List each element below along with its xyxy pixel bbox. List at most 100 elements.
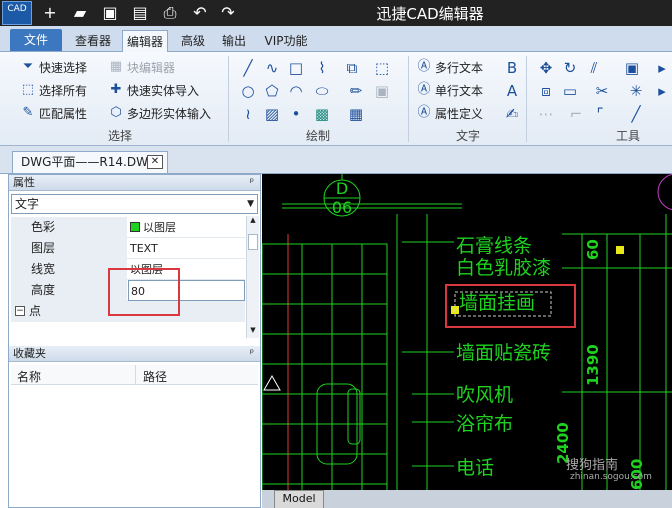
dimension-grip[interactable] (616, 246, 624, 254)
open-icon[interactable]: ▰ (70, 3, 90, 23)
ribbon: ⏷ 快速选择 ▦ 块编辑器 ⬚ 选择所有 ✚ 快速实体导入 ✎ 匹配属性 ⬡ 多边形实体输入… (0, 52, 672, 146)
ellipse-icon[interactable]: ⬭ (312, 81, 332, 101)
close-icon[interactable]: ✕ (147, 155, 163, 169)
pin-icon[interactable]: ᵖ (250, 175, 254, 191)
property-row-layer[interactable]: 图层 TEXT (11, 238, 245, 259)
select-all-icon: ⬚ (21, 82, 35, 97)
section-point-label: 点 (29, 304, 42, 318)
hatch-icon[interactable]: ▨ (262, 104, 282, 124)
image-icon[interactable]: ▩ (312, 104, 332, 124)
app-logo-text: CAD (7, 4, 27, 14)
scroll-thumb[interactable] (248, 234, 258, 250)
label-phone: 电话 (456, 457, 494, 479)
text-style-icon[interactable]: ꓐ (502, 58, 522, 78)
save-pdf-icon[interactable]: ▤ (130, 3, 150, 23)
save-icon[interactable]: ▣ (100, 3, 120, 23)
freehand-icon[interactable]: ≀ (238, 104, 258, 124)
match-properties-button[interactable]: ✎ 匹配属性 (20, 103, 87, 123)
single-line-text-button[interactable]: Ⓐ 单行文本 (416, 80, 483, 100)
entity-type-select[interactable]: 文字 ▼ (11, 194, 258, 214)
explode-icon[interactable]: ✳ (626, 81, 646, 101)
property-row-color[interactable]: 色彩 以图层 (11, 217, 245, 238)
drawing-canvas[interactable]: 石膏线条 白色乳胶漆 墙面挂画 墙面贴瓷砖 吹风机 浴帘布 电话 D 06 60… (262, 174, 672, 508)
label-wall-tile: 墙面贴瓷砖 (456, 342, 551, 364)
move-icon[interactable]: ✥ (536, 58, 556, 78)
tools-group-label: 工具 (616, 129, 641, 143)
attribute-definition-button[interactable]: Ⓐ 属性定义 (416, 103, 483, 123)
tab-file[interactable]: 文件 (10, 29, 62, 51)
tab-vip[interactable]: VIP功能 (256, 30, 316, 52)
app-logo[interactable]: CAD (2, 1, 32, 25)
offset-icon[interactable]: ╱ (626, 104, 646, 124)
line-icon[interactable]: ╱ (238, 58, 258, 78)
single-line-text-label: 单行文本 (435, 83, 484, 98)
tools-more-icon[interactable]: ▸ (652, 58, 672, 78)
chamfer-icon[interactable]: ⌜ (590, 104, 610, 124)
pin-icon[interactable]: ᵖ (250, 346, 254, 362)
document-tab-title: DWG平面——R14.DWG (21, 155, 158, 169)
text-pen-icon[interactable]: ✍ (502, 104, 522, 124)
spline-icon[interactable]: ⌇ (312, 58, 332, 78)
scroll-up-icon[interactable]: ▲ (248, 216, 258, 228)
document-tab-bar: DWG平面——R14.DWG ✕ (0, 146, 672, 174)
tools-more2-icon[interactable]: ▸ (652, 81, 672, 101)
scroll-down-icon[interactable]: ▼ (248, 326, 258, 338)
property-value[interactable]: 以图层 (128, 217, 245, 238)
block-editor-button[interactable]: ▦ 块编辑器 (108, 57, 175, 77)
quick-entity-import-button[interactable]: ✚ 快速实体导入 (108, 80, 199, 100)
multiline-text-label: 多行文本 (435, 60, 484, 75)
pencil-icon[interactable]: ✏ (346, 81, 366, 101)
attribute-definition-label: 属性定义 (435, 106, 484, 121)
title-bar: CAD + ▰ ▣ ▤ ⎙ ↶ ↷ 迅捷CAD编辑器 (0, 0, 672, 26)
tab-advanced[interactable]: 高级 (172, 30, 214, 52)
table-icon[interactable]: ▦ (346, 104, 366, 124)
column-name[interactable]: 名称 (17, 368, 41, 385)
property-value[interactable]: TEXT (128, 238, 245, 259)
new-icon[interactable]: + (40, 3, 60, 23)
document-tab[interactable]: DWG平面——R14.DWG ✕ (12, 151, 168, 173)
column-path[interactable]: 路径 (143, 368, 167, 385)
fillet-icon[interactable]: ⌐ (566, 104, 586, 124)
circle-icon[interactable]: ○ (238, 81, 258, 101)
multiline-text-icon: Ⓐ (417, 59, 431, 74)
tab-output[interactable]: 输出 (216, 30, 252, 52)
polyline-icon[interactable]: ∿ (262, 58, 282, 78)
layer-dropdown-icon[interactable]: ▣ (622, 58, 642, 78)
tab-model[interactable]: Model (274, 490, 324, 508)
dots-icon[interactable]: ⋯ (536, 104, 556, 124)
hatch-dropdown-icon[interactable]: ⬚ (372, 58, 392, 78)
arc-icon[interactable]: ◠ (286, 81, 306, 101)
window-title: 迅捷CAD编辑器 (376, 5, 484, 23)
point-icon[interactable]: • (286, 104, 306, 124)
collapse-icon[interactable]: − (15, 306, 25, 316)
tab-viewer[interactable]: 查看器 (68, 30, 118, 52)
match-properties-label: 匹配属性 (39, 106, 88, 121)
undo-icon[interactable]: ↶ (190, 3, 210, 23)
redo-icon[interactable]: ↷ (218, 3, 238, 23)
rotate-icon[interactable]: ↻ (560, 58, 580, 78)
quick-select-button[interactable]: ⏷ 快速选择 (20, 57, 87, 77)
trim-icon[interactable]: ✂ (592, 81, 612, 101)
region-icon[interactable]: ▣ (372, 81, 392, 101)
multiline-text-button[interactable]: Ⓐ 多行文本 (416, 57, 483, 77)
print-icon[interactable]: ⎙ (160, 3, 180, 23)
properties-scrollbar[interactable]: ▲ ▼ (246, 216, 259, 338)
text-edit-icon[interactable]: A (502, 81, 522, 101)
dimension-1390: 1390 (584, 344, 602, 386)
rectangle-icon[interactable]: □ (286, 58, 306, 78)
tile-area (262, 243, 388, 508)
block-icon: ▦ (109, 59, 123, 74)
copy-icon[interactable]: ⧈ (536, 81, 556, 101)
single-line-text-icon: Ⓐ (417, 82, 431, 97)
brush-icon: ✎ (22, 105, 34, 120)
polygon-entity-input-button[interactable]: ⬡ 多边形实体输入 (108, 103, 211, 123)
polygon-draw-icon[interactable]: ⬠ (262, 81, 282, 101)
watermark-url: zhinan.sogou.com (570, 472, 652, 482)
tab-editor[interactable]: 编辑器 (122, 30, 168, 52)
properties-title: 属性 (13, 176, 35, 189)
highlight-box-label (445, 284, 576, 328)
insert-block-icon[interactable]: ⧉ (342, 58, 362, 78)
mirror-icon[interactable]: ⫽ (584, 58, 604, 78)
stretch-icon[interactable]: ▭ (560, 81, 580, 101)
select-all-button[interactable]: ⬚ 选择所有 (20, 80, 87, 100)
